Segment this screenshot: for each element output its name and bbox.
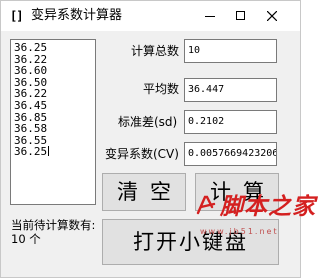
total-count-field[interactable]: 10 <box>184 39 277 63</box>
title-bar: [] 变异系数计算器 <box>1 1 300 31</box>
close-button[interactable] <box>260 6 284 26</box>
minimize-button[interactable] <box>198 6 222 26</box>
cv-label: 变异系数(CV) <box>105 147 179 161</box>
number-line: 36.58 <box>14 122 48 136</box>
number-line: 36.45 <box>14 98 48 112</box>
window-title: 变异系数计算器 <box>31 8 123 23</box>
calculate-button[interactable]: 计算 <box>195 173 279 211</box>
number-line-last: 36.25 <box>14 146 95 158</box>
clear-button[interactable]: 清空 <box>102 173 186 211</box>
std-dev-field[interactable]: 0.2102 <box>184 110 277 134</box>
cv-field[interactable]: 0.0057669423206 <box>184 142 277 166</box>
open-keypad-button[interactable]: 打开小键盘 <box>102 219 279 265</box>
numbers-input-textarea[interactable]: 36.25 36.22 36.60 36.50 36.22 36.45 36.8… <box>10 39 96 205</box>
close-icon <box>267 11 277 21</box>
pending-count-status: 当前待计算数有: 10 个 <box>11 218 96 246</box>
number-line: 36.25 <box>14 41 48 54</box>
app-icon: [] <box>10 9 23 23</box>
std-dev-label: 标准差(sd) <box>118 115 178 129</box>
number-line-text: 36.25 <box>14 145 48 159</box>
mean-label: 平均数 <box>143 82 180 96</box>
text-caret <box>48 146 50 157</box>
mean-field[interactable]: 36.447 <box>184 78 277 102</box>
maximize-button[interactable] <box>229 6 253 26</box>
app-window: [] 变异系数计算器 36.25 36.22 36.60 36.50 36.22… <box>0 0 315 278</box>
total-count-label: 计算总数 <box>131 44 180 58</box>
